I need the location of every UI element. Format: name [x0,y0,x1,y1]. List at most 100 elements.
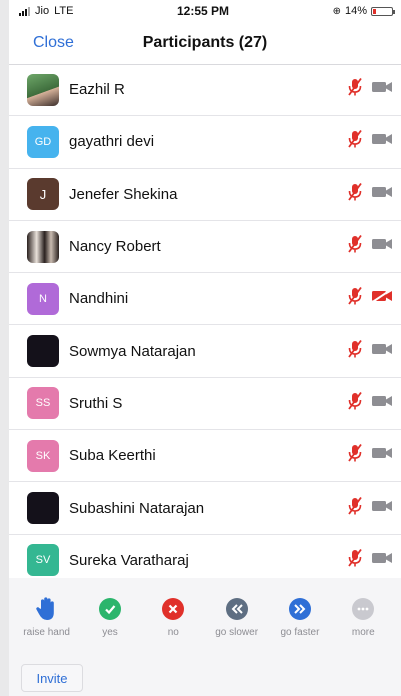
avatar: SS [27,387,59,420]
signal-icon [19,6,30,16]
avatar [27,492,59,525]
mic-muted-icon[interactable] [346,129,364,154]
mic-muted-icon[interactable] [346,443,364,468]
raise-hand-icon [35,596,59,622]
avatar-initials: N [39,292,47,305]
participant-name: Nandhini [69,290,129,308]
participant-row[interactable]: J Jenefer Shekina [9,169,401,221]
mic-muted-icon[interactable] [346,182,364,207]
reaction-label: yes [102,627,118,638]
participant-name: Eazhil R [69,81,125,99]
mic-muted-icon[interactable] [346,548,364,573]
mic-muted-icon[interactable] [346,339,364,364]
video-icon[interactable] [371,499,393,518]
bottom-bar: Invite [9,648,401,696]
battery-info: ⊕ 14% [332,5,395,17]
network-type: LTE [54,5,74,17]
navigation-bar: Close Participants (27) [9,22,401,65]
participant-row[interactable]: Eazhil R [9,64,401,117]
check-icon [98,596,121,622]
orientation-lock-icon: ⊕ [332,5,341,17]
more-icon [352,596,375,622]
participant-name: Jenefer Shekina [69,185,178,203]
participant-row[interactable]: N Nandhini [9,273,401,326]
reaction-go-faster-button[interactable]: go faster [272,578,328,648]
carrier-name: Jio [35,5,50,17]
participant-row[interactable]: Subashini Natarajan [9,482,401,535]
reaction-label: raise hand [23,627,70,638]
participant-row[interactable]: SK Suba Keerthi [9,430,401,483]
avatar-initials: SK [35,449,51,462]
reaction-raise-hand-button[interactable]: raise hand [19,578,75,648]
participant-name: Suba Keerthi [69,447,156,465]
battery-icon [371,6,395,16]
video-icon[interactable] [371,80,393,99]
participant-row[interactable]: Sowmya Natarajan [9,325,401,378]
reaction-go-slower-button[interactable]: go slower [209,578,265,648]
video-icon[interactable] [371,237,393,256]
participant-name: Sruthi S [69,394,123,412]
reaction-no-button[interactable]: no [145,578,201,648]
participant-controls [346,548,393,573]
participant-controls [346,129,393,154]
mic-muted-icon[interactable] [346,496,364,521]
avatar [27,73,59,106]
mic-muted-icon[interactable] [346,391,364,416]
reaction-yes-button[interactable]: yes [82,578,138,648]
video-off-icon[interactable] [370,288,393,308]
reaction-label: no [167,627,179,638]
participant-controls [346,443,393,468]
reaction-label: go slower [215,627,259,638]
participant-row[interactable]: GD gayathri devi [9,116,401,169]
participant-controls [346,77,393,102]
participant-row[interactable]: Nancy Robert [9,221,401,274]
avatar [27,335,59,368]
participant-row[interactable]: SS Sruthi S [9,378,401,431]
rewind-icon [225,596,248,622]
reaction-more-button[interactable]: more [335,578,391,648]
page-title: Participants (27) [142,34,268,51]
participant-list[interactable]: Eazhil R GD gayathri devi J Jenefer Shekina N… [9,64,401,576]
clock: 12:55 PM [176,4,230,18]
video-icon[interactable] [371,185,393,204]
participant-row[interactable]: SV Sureka Varatharaj [9,535,401,576]
left-edge-strip [0,0,9,696]
avatar-initials: GD [34,135,52,148]
close-button[interactable]: Close [33,34,74,52]
avatar: SK [27,439,59,472]
reaction-label: go faster [280,627,320,638]
avatar: GD [27,125,59,158]
mic-muted-icon[interactable] [346,77,364,102]
participant-name: gayathri devi [69,133,155,151]
mic-muted-icon[interactable] [346,234,364,259]
x-icon [162,596,185,622]
participant-controls [346,391,393,416]
video-icon[interactable] [371,551,393,570]
participant-controls [346,496,393,521]
participant-name: Subashini Natarajan [69,499,205,517]
fast-forward-icon [288,596,311,622]
video-icon[interactable] [371,342,393,361]
participant-name: Sureka Varatharaj [69,551,189,569]
avatar [27,230,59,263]
avatar-initials: SS [35,397,51,410]
battery-percent: 14% [344,5,367,17]
reaction-label: more [351,627,375,638]
avatar: N [27,282,59,315]
avatar-initials: J [39,186,47,202]
avatar-initials: SV [35,554,51,567]
avatar: J [27,178,59,211]
participant-controls [346,286,393,311]
mic-muted-icon[interactable] [346,286,364,311]
participant-controls [346,182,393,207]
invite-button[interactable]: Invite [21,664,83,692]
participant-controls [346,339,393,364]
participant-name: Sowmya Natarajan [69,342,196,360]
video-icon[interactable] [371,394,393,413]
participant-name: Nancy Robert [69,238,161,256]
video-icon[interactable] [371,446,393,465]
reaction-bar: raise hand yes no go slower go faster more [9,578,401,648]
video-icon[interactable] [371,132,393,151]
carrier-info: Jio LTE [19,5,73,17]
status-bar: Jio LTE 12:55 PM ⊕ 14% [9,0,401,22]
